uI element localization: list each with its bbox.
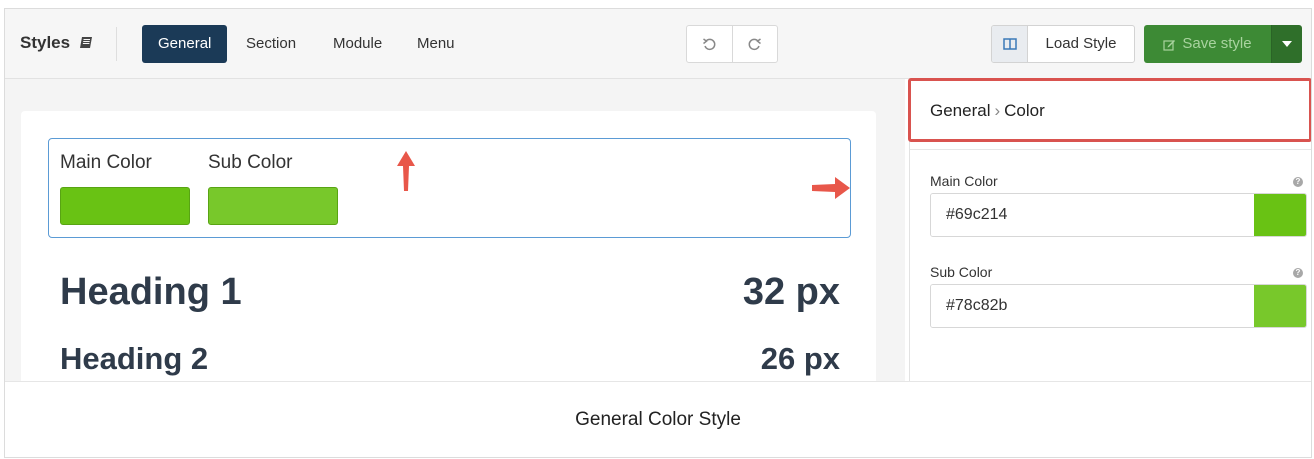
heading-2-size: 26 px bbox=[760, 341, 840, 376]
heading-2-sample: Heading 2 bbox=[60, 341, 209, 376]
load-style-button[interactable]: Load Style bbox=[1028, 26, 1134, 62]
sub-color-picker[interactable] bbox=[1254, 285, 1306, 327]
book-icon bbox=[80, 37, 93, 48]
tab-module[interactable]: Module bbox=[317, 25, 398, 63]
breadcrumb-general[interactable]: General bbox=[930, 101, 990, 120]
edit-icon bbox=[1163, 39, 1176, 51]
styles-title-text: Styles bbox=[20, 33, 71, 52]
history-button-group bbox=[686, 25, 778, 63]
panel-header: General › Color bbox=[908, 78, 1311, 143]
settings-panel: General›Color Main Color ? Sub Color ? bbox=[908, 78, 1311, 389]
save-style-group: Save style bbox=[1144, 25, 1302, 63]
save-style-button[interactable]: Save style bbox=[1144, 25, 1271, 63]
color-preview-box[interactable]: Main Color Sub Color bbox=[48, 138, 851, 238]
caret-down-icon bbox=[1282, 41, 1292, 47]
main-color-input[interactable] bbox=[931, 194, 1254, 236]
sub-color-field-label: Sub Color bbox=[930, 264, 993, 280]
breadcrumb-color: Color bbox=[1004, 101, 1045, 120]
tab-section[interactable]: Section bbox=[230, 25, 312, 63]
main-color-field-label: Main Color bbox=[930, 173, 998, 189]
tab-menu[interactable]: Menu bbox=[401, 25, 471, 63]
layout-toggle-button[interactable] bbox=[992, 26, 1028, 62]
sub-color-field bbox=[930, 284, 1307, 328]
main-color-field bbox=[930, 193, 1307, 237]
toolbar: Styles General Section Module Menu Load … bbox=[5, 9, 1311, 79]
main-color-picker[interactable] bbox=[1254, 194, 1306, 236]
arrow-up-annotation-icon bbox=[397, 151, 415, 191]
heading-1-size: 32 px bbox=[742, 271, 840, 313]
style-editor-window: Styles General Section Module Menu Load … bbox=[4, 8, 1312, 458]
redo-icon bbox=[748, 38, 761, 51]
main-color-label: Main Color bbox=[60, 152, 152, 173]
arrow-right-annotation-icon bbox=[812, 177, 850, 199]
panel-divider bbox=[910, 149, 1311, 150]
tab-general[interactable]: General bbox=[142, 25, 228, 63]
help-icon[interactable]: ? bbox=[1293, 177, 1303, 187]
help-icon[interactable]: ? bbox=[1293, 268, 1303, 278]
toolbar-divider bbox=[116, 27, 117, 61]
preview-card: Main Color Sub Color Heading 1 32 px Hea… bbox=[21, 111, 876, 411]
columns-icon bbox=[1002, 38, 1017, 50]
sub-color-label: Sub Color bbox=[208, 152, 293, 173]
figure-caption: General Color Style bbox=[575, 409, 741, 430]
sub-color-swatch[interactable] bbox=[208, 187, 338, 225]
breadcrumb-separator: › bbox=[994, 101, 1001, 120]
undo-button[interactable] bbox=[687, 26, 732, 62]
caption-area: General Color Style bbox=[5, 381, 1311, 457]
heading-1-sample: Heading 1 bbox=[60, 271, 242, 313]
save-options-dropdown[interactable] bbox=[1271, 25, 1302, 63]
undo-icon bbox=[703, 38, 716, 51]
sub-color-input[interactable] bbox=[931, 285, 1254, 327]
redo-button[interactable] bbox=[731, 26, 778, 62]
save-style-label: Save style bbox=[1182, 35, 1252, 52]
main-color-swatch[interactable] bbox=[60, 187, 190, 225]
load-style-group: Load Style bbox=[991, 25, 1135, 63]
breadcrumb: General › Color bbox=[930, 101, 1045, 121]
preview-canvas: Main Color Sub Color Heading 1 32 px Hea… bbox=[5, 79, 905, 411]
styles-title: Styles bbox=[20, 33, 94, 53]
